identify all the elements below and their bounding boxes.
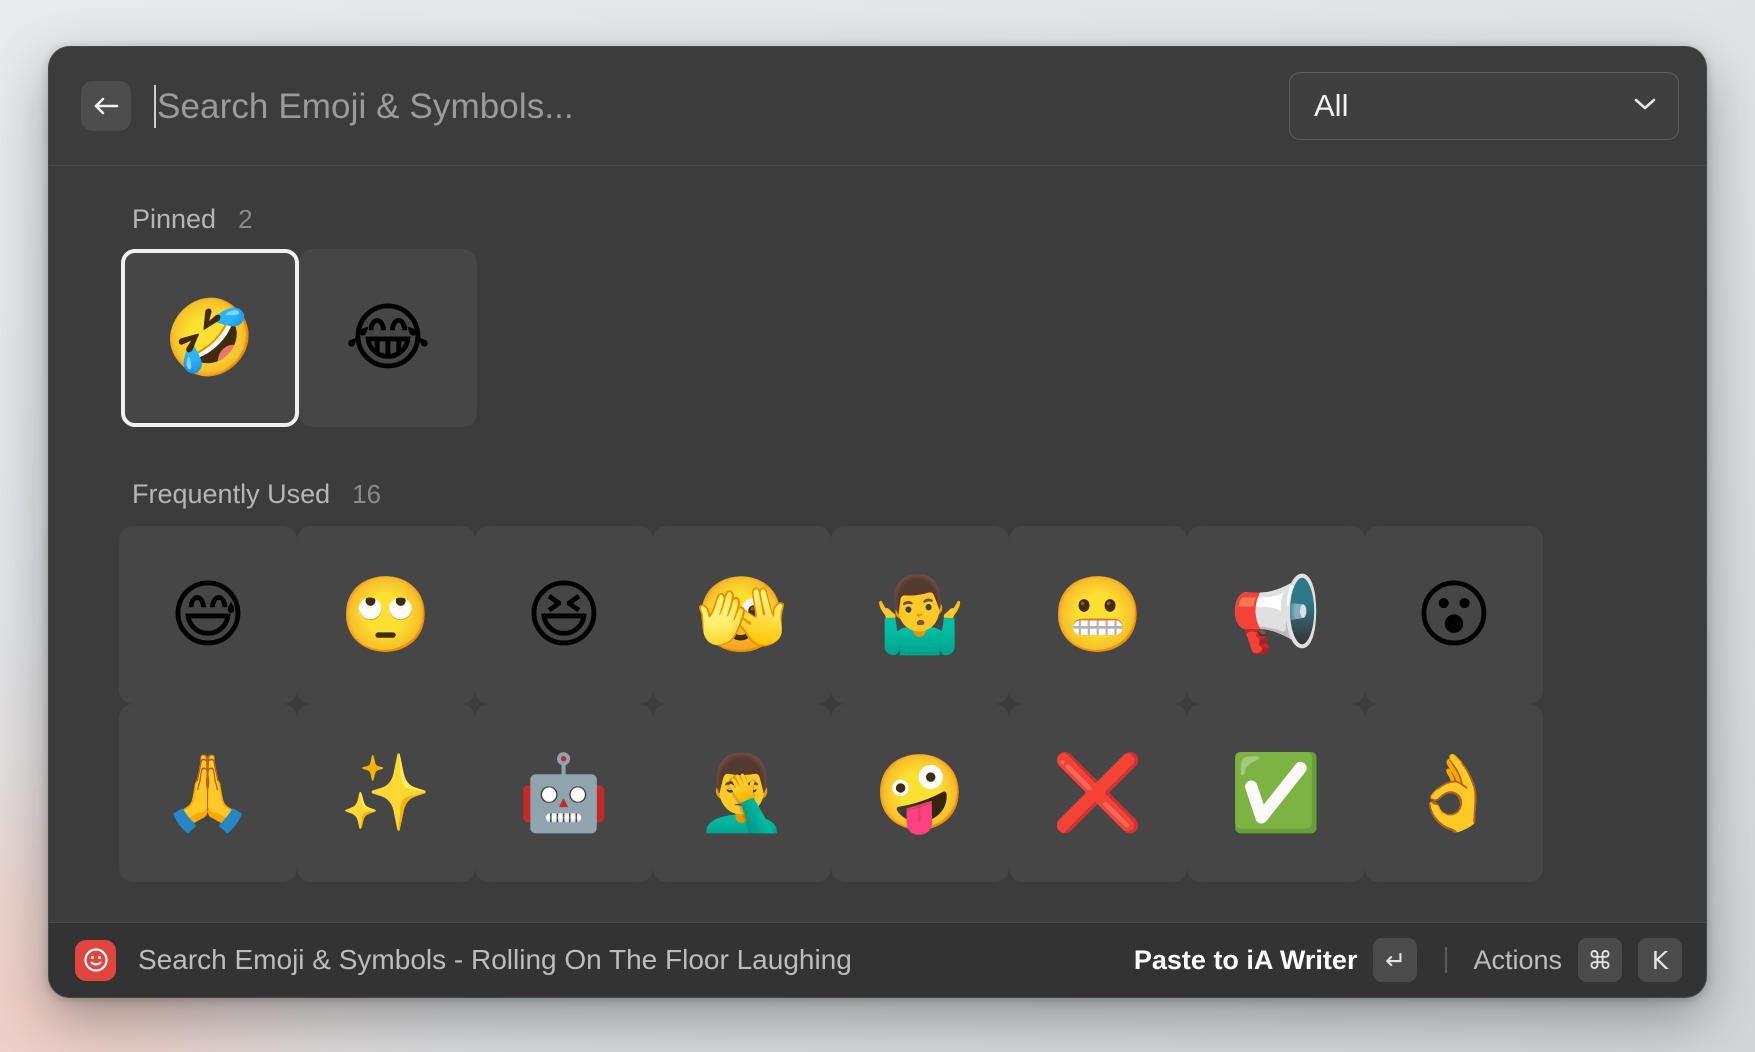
footer-actions: Paste to iA Writer ↵ Actions ⌘ K (1134, 938, 1682, 982)
search-input[interactable]: Search Emoji & Symbols... (131, 47, 1289, 165)
emoji-glyph: 🤦‍♂️ (653, 704, 831, 882)
status-text: Search Emoji & Symbols - Rolling On The … (138, 944, 852, 975)
emoji-glyph: 😬 (1009, 526, 1187, 704)
section-count-frequently-used: 16 (352, 479, 382, 509)
section-header-pinned: Pinned 2 (49, 166, 1706, 235)
section-header-frequently-used: Frequently Used 16 (49, 427, 1706, 510)
emoji-tile-grimacing-face[interactable]: 😬 (1009, 526, 1187, 704)
k-key-badge[interactable]: K (1638, 938, 1682, 982)
emoji-glyph: 👌 (1365, 704, 1543, 882)
emoji-glyph: 😅 (119, 526, 297, 704)
emoji-tile-zany-face[interactable]: 🤪 (831, 704, 1009, 882)
emoji-tile-cross-mark[interactable]: ❌ (1009, 704, 1187, 882)
emoji-tile-face-with-rolling-eyes[interactable]: 🙄 (297, 526, 475, 704)
status-bar: Search Emoji & Symbols - Rolling On The … (49, 922, 1706, 997)
category-filter-value: All (1314, 88, 1349, 123)
emoji-tile-sparkles[interactable]: ✨ (297, 704, 475, 882)
primary-action-label[interactable]: Paste to iA Writer (1134, 945, 1358, 976)
emoji-glyph: 🫣 (653, 526, 831, 704)
section-title-frequently-used: Frequently Used (132, 479, 331, 509)
emoji-glyph: 🤪 (831, 704, 1009, 882)
footer-divider (1445, 947, 1448, 973)
emoji-tile-loudspeaker[interactable]: 📢 (1187, 526, 1365, 704)
emoji-glyph: ❌ (1009, 704, 1187, 882)
emoji-tile-man-facepalming[interactable]: 🤦‍♂️ (653, 704, 831, 882)
emoji-glyph: 🤣 (121, 249, 299, 427)
section-title-pinned: Pinned (132, 204, 217, 234)
emoji-tile-face-with-open-mouth[interactable]: 😮 (1365, 526, 1543, 704)
emoji-tile-grinning-face-with-sweat[interactable]: 😅 (119, 526, 297, 704)
chevron-down-icon (1632, 96, 1658, 117)
emoji-tile-face-with-peeking-eye[interactable]: 🫣 (653, 526, 831, 704)
emoji-tile-rolling-on-the-floor-laughing[interactable]: 🤣 (119, 249, 301, 427)
emoji-glyph: ✅ (1187, 704, 1365, 882)
pinned-grid: 🤣 😂 (49, 249, 1706, 427)
emoji-glyph: ✨ (297, 704, 475, 882)
emoji-glyph: 🤷‍♂️ (831, 526, 1009, 704)
emoji-glyph: 📢 (1187, 526, 1365, 704)
actions-label[interactable]: Actions (1473, 945, 1562, 976)
emoji-tile-robot[interactable]: 🤖 (475, 704, 653, 882)
desktop-background: Search Emoji & Symbols... All Pinned 2 🤣… (0, 0, 1755, 1052)
emoji-glyph: 😮 (1365, 526, 1543, 704)
emoji-picker-window: Search Emoji & Symbols... All Pinned 2 🤣… (48, 46, 1707, 998)
emoji-glyph: 🙄 (297, 526, 475, 704)
emoji-smiley-app-icon (75, 939, 116, 981)
emoji-tile-face-with-tears-of-joy[interactable]: 😂 (297, 249, 479, 427)
text-cursor (154, 84, 156, 128)
search-placeholder: Search Emoji & Symbols... (157, 86, 574, 126)
frequently-used-grid: 😅 🙄 😆 🫣 🤷‍♂️ 😬 📢 😮 🙏 (49, 526, 1706, 882)
search-header: Search Emoji & Symbols... All (49, 47, 1706, 166)
emoji-glyph: 😂 (299, 249, 477, 427)
emoji-tile-man-shrugging[interactable]: 🤷‍♂️ (831, 526, 1009, 704)
emoji-glyph: 🙏 (119, 704, 297, 882)
emoji-tile-grinning-squinting-face[interactable]: 😆 (475, 526, 653, 704)
emoji-glyph: 😆 (475, 526, 653, 704)
emoji-glyph: 🤖 (475, 704, 653, 882)
command-key-badge[interactable]: ⌘ (1578, 938, 1622, 982)
emoji-tile-check-mark-button[interactable]: ✅ (1187, 704, 1365, 882)
emoji-scroll-area[interactable]: Pinned 2 🤣 😂 Frequently Used 16 😅 🙄 😆 🫣 … (49, 166, 1706, 922)
emoji-tile-folded-hands[interactable]: 🙏 (119, 704, 297, 882)
section-count-pinned: 2 (238, 204, 253, 234)
emoji-tile-ok-hand[interactable]: 👌 (1365, 704, 1543, 882)
back-arrow-icon (92, 94, 120, 118)
category-filter-dropdown[interactable]: All (1289, 72, 1679, 140)
back-button[interactable] (81, 81, 131, 131)
return-key-badge[interactable]: ↵ (1373, 938, 1418, 982)
